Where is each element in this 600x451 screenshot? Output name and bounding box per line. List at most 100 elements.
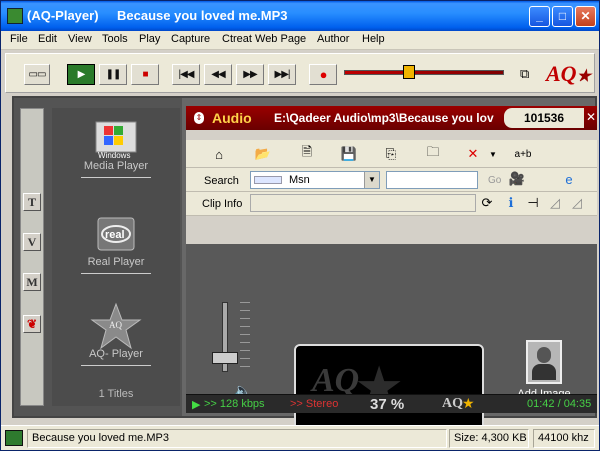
first-track-button[interactable]: |◀◀ <box>172 64 200 85</box>
search-label: Search <box>204 175 239 187</box>
volume-slider-thumb[interactable] <box>403 65 415 79</box>
player-label: AQ- Player <box>89 348 143 360</box>
resize-icon[interactable]: ◿ <box>546 195 564 211</box>
pause-button[interactable]: ❚❚ <box>99 64 127 85</box>
stop-button[interactable]: ■ <box>131 64 159 85</box>
save-icon[interactable]: 💾 <box>340 146 358 162</box>
maximize-button[interactable]: □ <box>552 6 573 27</box>
app-window: (AQ-Player) Because you loved me.MP3 _ □… <box>0 0 600 451</box>
copy-icon[interactable]: ⎘ <box>382 146 400 162</box>
clip-info-field[interactable] <box>250 194 476 212</box>
player-aq-player[interactable]: AQ AQ- Player <box>52 302 180 366</box>
search-input[interactable] <box>386 171 478 189</box>
transport-toolbar: ▭▭ ▶ ❚❚ ■ |◀◀ ◀◀ ▶▶ ▶▶| ● ⧉ <box>5 53 595 93</box>
chevron-down-icon[interactable]: ▼ <box>364 172 379 188</box>
playback-status: ▶ >> 128 kbps >> Stereo 37 % AQ ★ 01:42 … <box>186 394 597 413</box>
titles-count: 1 Titles <box>98 388 134 400</box>
player-real-player[interactable]: real Real Player <box>52 212 180 274</box>
menu-tools[interactable]: Tools <box>102 33 128 45</box>
search-bar: Search Msn ▼ Go 🎥 e <box>186 168 597 192</box>
refresh-icon[interactable]: ⟳ <box>478 195 496 211</box>
status-size: Size: 4,300 KB <box>449 429 529 448</box>
info-icon[interactable]: ℹ <box>502 195 520 211</box>
menu-file[interactable]: File <box>10 33 28 45</box>
home-icon[interactable]: ⌂ <box>210 146 228 162</box>
bitrate: >> 128 kbps <box>204 398 265 410</box>
tab-t[interactable]: T <box>23 193 41 211</box>
aq-logo: AQ★ <box>546 61 591 86</box>
record-button[interactable]: ● <box>309 64 337 85</box>
menu-bar: File Edit View Tools Play Capture Ctreat… <box>1 31 599 50</box>
open-folder-icon[interactable]: 📂 <box>254 146 272 162</box>
msn-logo-icon <box>254 176 282 184</box>
player-media-player[interactable]: Windows Media Player <box>52 116 180 178</box>
menu-capture[interactable]: Capture <box>171 33 210 45</box>
volume-ticks <box>240 302 250 372</box>
go-button[interactable]: Go <box>488 175 501 186</box>
svg-text:AQ: AQ <box>109 320 122 330</box>
main-area: T V M ❦ Windows Media Player real Real P… <box>12 96 597 450</box>
last-track-button[interactable]: ▶▶| <box>268 64 296 85</box>
tab-v[interactable]: V <box>23 233 41 251</box>
lips-icon[interactable]: ❦ <box>23 315 41 333</box>
svg-text:Windows: Windows <box>98 151 130 160</box>
play-button[interactable]: ▶ <box>67 64 95 85</box>
channels: >> Stereo <box>290 398 339 410</box>
title-bar: (AQ-Player) Because you loved me.MP3 _ □… <box>1 1 599 31</box>
window-title: Because you loved me.MP3 <box>117 8 288 23</box>
folder-icon[interactable]: 🗀 <box>424 144 442 162</box>
playing-indicator-icon: ▶ <box>192 399 201 411</box>
app-status-icon <box>5 430 23 446</box>
app-icon[interactable] <box>7 8 23 24</box>
windows-media-icon: Windows <box>90 116 142 160</box>
file-toolbar: ⌂ 📂 🗎 💾 ⎘ 🗀 ✕ ▼ a+b <box>186 140 597 168</box>
volume-slider[interactable] <box>344 70 504 75</box>
percent: 37 % <box>370 396 405 413</box>
audio-panel: ⇕ Audio E:\Qadeer Audio\mp3\Because you … <box>186 106 597 450</box>
search-engine-select[interactable]: Msn ▼ <box>250 171 380 189</box>
delete-dropdown-icon[interactable]: ▼ <box>484 146 502 162</box>
menu-create-web-page[interactable]: Ctreat Web Page <box>222 33 306 45</box>
restore-view-icon[interactable]: ⧉ <box>520 66 529 82</box>
file-path: E:\Qadeer Audio\mp3\Because you lov <box>274 111 494 125</box>
status-bar: Because you loved me.MP3 Size: 4,300 KB … <box>1 425 599 450</box>
person-photo-icon[interactable] <box>526 340 562 384</box>
internet-explorer-icon[interactable]: e <box>560 171 578 187</box>
forward-button[interactable]: ▶▶ <box>236 64 264 85</box>
new-file-icon[interactable]: 🗎 <box>298 144 316 162</box>
elapsed-time: 01:42 / 04:35 <box>527 398 592 410</box>
resize-large-icon[interactable]: ◿ <box>568 195 586 211</box>
status-track: Because you loved me.MP3 <box>27 429 447 448</box>
svg-text:real: real <box>105 229 125 241</box>
menu-play[interactable]: Play <box>139 33 160 45</box>
clip-info-label: Clip Info <box>202 198 243 210</box>
player-list: Windows Media Player real Real Player AQ… <box>52 108 180 406</box>
player-label: Real Player <box>87 256 145 268</box>
close-panel-icon[interactable]: ✕ <box>586 110 596 124</box>
divider <box>81 365 151 366</box>
rename-icon[interactable]: a+b <box>510 146 536 162</box>
delete-icon[interactable]: ✕ <box>464 146 482 162</box>
minimize-button[interactable]: _ <box>529 6 550 27</box>
close-button[interactable]: ✕ <box>575 6 596 27</box>
compact-mode-button[interactable]: ▭▭ <box>24 64 50 85</box>
audio-header: ⇕ Audio E:\Qadeer Audio\mp3\Because you … <box>186 106 597 130</box>
menu-view[interactable]: View <box>68 33 92 45</box>
menu-edit[interactable]: Edit <box>38 33 57 45</box>
rewind-button[interactable]: ◀◀ <box>204 64 232 85</box>
menu-help[interactable]: Help <box>362 33 385 45</box>
photo-head <box>537 347 551 363</box>
volume-knob[interactable] <box>212 352 238 364</box>
tab-m[interactable]: M <box>23 273 41 291</box>
camera-icon[interactable]: 🎥 <box>508 171 526 187</box>
status-logo: AQ <box>442 396 463 411</box>
app-title: (AQ-Player) <box>27 8 99 23</box>
toggle-panel-icon[interactable]: ⇕ <box>194 112 204 124</box>
divider <box>81 177 151 178</box>
menu-author[interactable]: Author <box>317 33 349 45</box>
viewer-area: 🔈 ★ AQ Add Image <box>186 244 597 450</box>
player-sidebar: T V M ❦ Windows Media Player real Real P… <box>14 98 182 416</box>
pin-icon[interactable]: ⊣ <box>524 195 542 211</box>
real-player-icon: real <box>90 212 142 256</box>
audio-label: Audio <box>212 110 252 126</box>
